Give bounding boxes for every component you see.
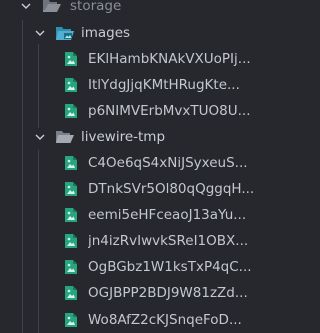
file-item[interactable]: OGJBPP2BDJ9W81zZd...	[0, 280, 274, 306]
image-file-icon	[64, 207, 78, 223]
folder-open-icon	[55, 130, 75, 144]
file-label: eemi5eHFceaoJ13aYu...	[88, 207, 247, 223]
file-label: EKlHambKNAkVXUoPIj...	[88, 51, 251, 67]
file-item[interactable]: Wo8AfZ2cKJSnqeFoD...	[0, 307, 274, 333]
folder-open-icon	[42, 0, 62, 13]
image-file-icon	[64, 259, 78, 275]
file-explorer-tree: storage images EKlHambKNAkVXUoPIj... Itl…	[0, 0, 274, 333]
file-item[interactable]: OgBGbz1W1ksTxP4qC...	[0, 254, 274, 280]
image-file-icon	[64, 181, 78, 197]
file-label: Wo8AfZ2cKJSnqeFoD...	[88, 312, 242, 328]
file-item[interactable]: jn4izRvIwvkSReI1OBX...	[0, 228, 274, 254]
image-file-icon	[64, 285, 78, 301]
file-label: OGJBPP2BDJ9W81zZd...	[88, 285, 248, 301]
image-file-icon	[64, 77, 78, 93]
file-item[interactable]: ItlYdgJjqKMtHRugKte...	[0, 72, 274, 98]
image-file-icon	[64, 233, 78, 249]
file-label: OgBGbz1W1ksTxP4qC...	[88, 259, 252, 275]
folder-images-icon	[55, 25, 75, 41]
chevron-down-icon	[20, 0, 32, 12]
image-file-icon	[64, 103, 78, 119]
file-label: ItlYdgJjqKMtHRugKte...	[88, 77, 240, 93]
folder-images[interactable]: images	[0, 20, 274, 46]
file-item[interactable]: eemi5eHFceaoJ13aYu...	[0, 202, 274, 228]
file-item[interactable]: C4Oe6qS4xNiJSyxeuS...	[0, 150, 274, 176]
chevron-down-icon	[34, 27, 46, 39]
folder-label: images	[81, 25, 131, 41]
file-label: p6NIMVErbMvxTUO8U...	[88, 103, 251, 119]
folder-label: storage	[70, 0, 122, 14]
folder-storage[interactable]: storage	[0, 0, 274, 19]
file-label: C4Oe6qS4xNiJSyxeuS...	[88, 155, 248, 171]
file-item[interactable]: DTnkSVr5Ol80qQggqH...	[0, 176, 274, 202]
folder-label: livewire-tmp	[81, 129, 166, 145]
file-item[interactable]: EKlHambKNAkVXUoPIj...	[0, 46, 274, 72]
image-file-icon	[64, 155, 78, 171]
file-item[interactable]: p6NIMVErbMvxTUO8U...	[0, 98, 274, 124]
file-label: jn4izRvIwvkSReI1OBX...	[88, 233, 249, 249]
file-label: DTnkSVr5Ol80qQggqH...	[88, 181, 255, 197]
folder-livewire-tmp[interactable]: livewire-tmp	[0, 124, 274, 150]
chevron-down-icon	[34, 131, 46, 143]
image-file-icon	[64, 51, 78, 67]
image-file-icon	[64, 312, 78, 328]
